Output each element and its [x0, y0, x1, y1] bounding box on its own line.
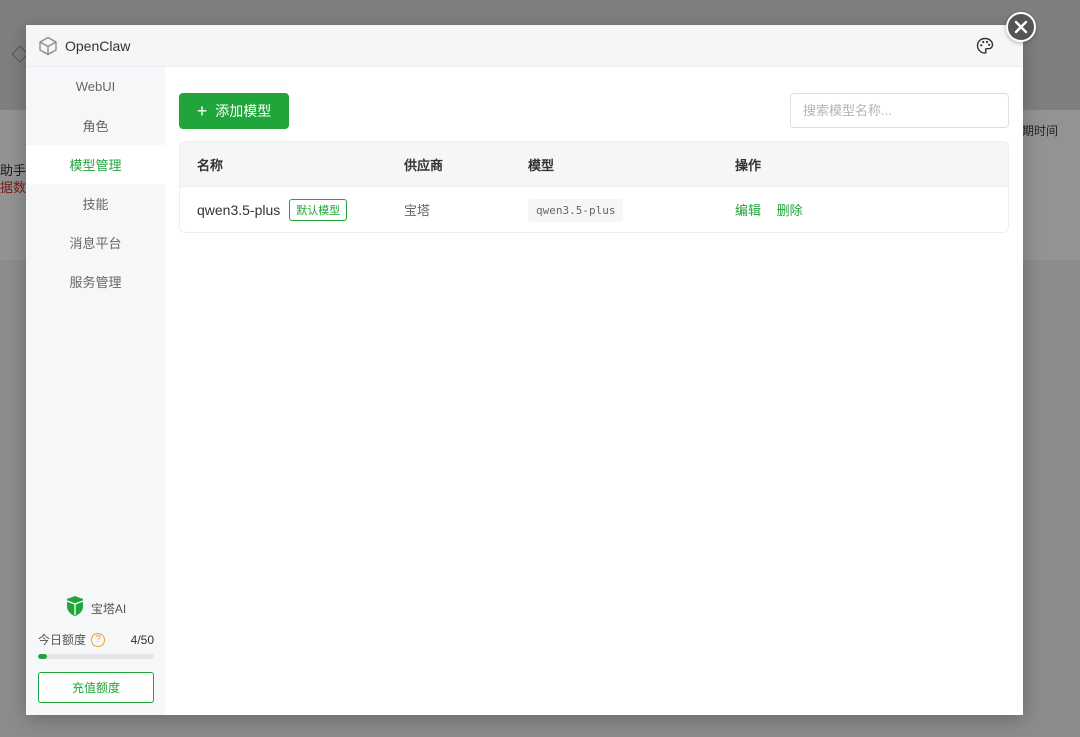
default-model-badge: 默认模型 — [289, 198, 348, 221]
sidebar-item-skills[interactable]: 技能 — [26, 184, 165, 223]
cell-name: qwen3.5-plus 默认模型 — [180, 198, 387, 221]
quota-progress-fill — [38, 654, 48, 659]
sidebar-item-label: 角色 — [82, 119, 109, 134]
main-content: + 添加模型 名称 供应商 模型 操作 qwen3.5-plus 默认模型 宝塔 — [165, 67, 1023, 715]
search-input[interactable] — [790, 93, 1009, 128]
quota-progress-bar — [38, 654, 154, 659]
column-header-provider: 供应商 — [404, 157, 444, 173]
models-table: 名称 供应商 模型 操作 qwen3.5-plus 默认模型 宝塔 qwen3.… — [179, 141, 1009, 233]
column-header-name: 名称 — [197, 157, 224, 173]
sidebar-item-model-management[interactable]: 模型管理 — [26, 145, 165, 184]
table-header: 名称 供应商 模型 操作 — [180, 142, 1008, 186]
sidebar-item-service-management[interactable]: 服务管理 — [26, 262, 165, 301]
sidebar-nav: WebUI 角色 模型管理 技能 消息平台 服务管理 — [26, 67, 165, 301]
model-name: qwen3.5-plus — [197, 201, 281, 218]
openclaw-modal: OpenClaw WebUI 角色 模型管理 技能 消息平台 服务管理 宝塔AI… — [26, 25, 1023, 715]
add-model-button[interactable]: + 添加模型 — [179, 93, 289, 129]
background-text: 期时间 — [1022, 124, 1059, 138]
brand-label: 宝塔AI — [90, 602, 127, 616]
column-header-model: 模型 — [528, 157, 555, 173]
quota-row: 今日额度 ? 4/50 — [38, 631, 154, 648]
sidebar-item-label: 技能 — [82, 197, 109, 212]
provider-name: 宝塔 — [404, 203, 431, 218]
app-title: OpenClaw — [65, 37, 131, 54]
shield-icon — [65, 595, 85, 622]
sidebar-item-label: 模型管理 — [69, 158, 122, 173]
help-icon[interactable]: ? — [91, 632, 106, 647]
sidebar-item-roles[interactable]: 角色 — [26, 106, 165, 145]
sidebar-item-message-platform[interactable]: 消息平台 — [26, 223, 165, 262]
edit-link[interactable]: 编辑 — [735, 203, 761, 218]
cell-model: qwen3.5-plus — [511, 199, 718, 222]
recharge-button[interactable]: 充值额度 — [38, 672, 154, 703]
plus-icon: + — [196, 101, 208, 121]
brand: 宝塔AI — [26, 595, 165, 622]
quota-count: 4/50 — [130, 632, 154, 647]
close-icon[interactable] — [1006, 12, 1036, 42]
sidebar-item-webui[interactable]: WebUI — [26, 67, 165, 106]
sidebar-item-label: 服务管理 — [69, 275, 122, 290]
palette-icon[interactable] — [975, 36, 995, 56]
sidebar: WebUI 角色 模型管理 技能 消息平台 服务管理 宝塔AI 今日额度 ? 4… — [26, 67, 165, 715]
delete-link[interactable]: 删除 — [777, 203, 803, 218]
model-code: qwen3.5-plus — [528, 199, 624, 222]
cell-provider: 宝塔 — [387, 200, 511, 219]
modal-header: OpenClaw — [26, 25, 1023, 67]
add-model-label: 添加模型 — [215, 103, 272, 119]
cell-actions: 编辑 删除 — [718, 200, 1008, 219]
sidebar-item-label: WebUI — [75, 79, 116, 94]
table-row: qwen3.5-plus 默认模型 宝塔 qwen3.5-plus 编辑 删除 — [180, 186, 1008, 232]
sidebar-item-label: 消息平台 — [69, 236, 122, 251]
column-header-actions: 操作 — [735, 157, 762, 173]
cube-icon — [38, 36, 58, 56]
quota-label: 今日额度 — [38, 633, 87, 647]
